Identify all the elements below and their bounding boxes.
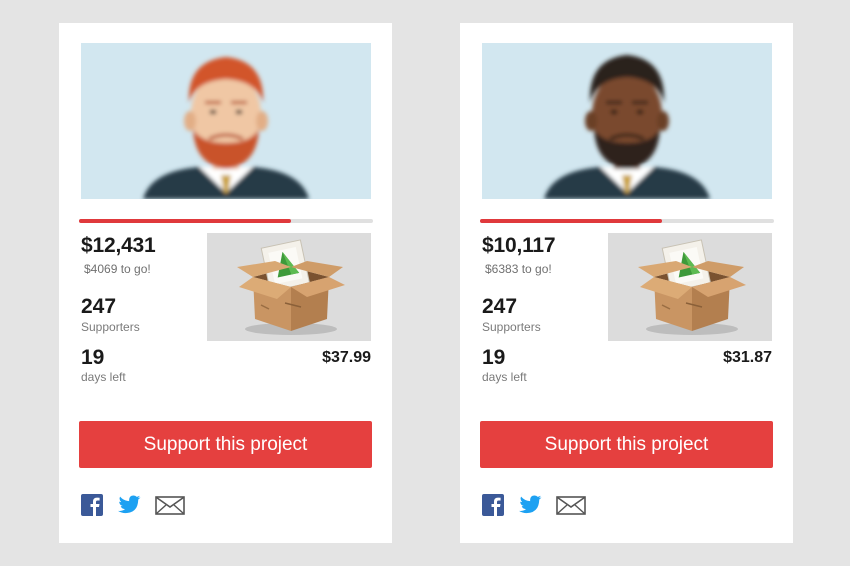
- supporters-count: 247: [81, 295, 117, 318]
- supporters-label: Supporters: [81, 320, 140, 334]
- person-illustration: [143, 57, 309, 199]
- supporters-count: 247: [482, 295, 518, 318]
- creator-avatar: [482, 43, 772, 199]
- creator-avatar: [81, 43, 371, 199]
- open-box-icon: [638, 239, 746, 335]
- supporters-label: Supporters: [482, 320, 541, 334]
- mail-icon[interactable]: [155, 494, 185, 516]
- amount-raised: $10,117: [482, 234, 556, 257]
- amount-raised: $12,431: [81, 234, 156, 257]
- funding-progress-bar: [480, 219, 774, 223]
- amount-remaining: $6383 to go!: [485, 262, 552, 276]
- open-box-icon: [237, 239, 345, 335]
- days-left-count: 19: [482, 346, 506, 369]
- facebook-icon[interactable]: [482, 494, 504, 516]
- days-left-label: days left: [81, 370, 126, 384]
- funding-progress-fill: [79, 219, 291, 223]
- days-left-count: 19: [81, 346, 105, 369]
- reward-image[interactable]: [608, 233, 772, 341]
- funding-progress-bar: [79, 219, 373, 223]
- reward-price: $31.87: [723, 349, 772, 366]
- support-project-button[interactable]: Support this project: [480, 421, 773, 468]
- person-illustration: [544, 55, 710, 199]
- mail-icon[interactable]: [556, 494, 586, 516]
- reward-image[interactable]: [207, 233, 371, 341]
- amount-remaining: $4069 to go!: [84, 262, 151, 276]
- project-card: $10,117 $6383 to go! 247 Supporters 19 d…: [460, 23, 793, 543]
- reward-price: $37.99: [322, 349, 371, 366]
- funding-progress-fill: [480, 219, 663, 223]
- twitter-icon[interactable]: [518, 494, 542, 516]
- twitter-icon[interactable]: [117, 494, 141, 516]
- days-left-label: days left: [482, 370, 527, 384]
- support-project-button[interactable]: Support this project: [79, 421, 372, 468]
- facebook-icon[interactable]: [81, 494, 103, 516]
- project-card: $12,431 $4069 to go! 247 Supporters 19 d…: [59, 23, 392, 543]
